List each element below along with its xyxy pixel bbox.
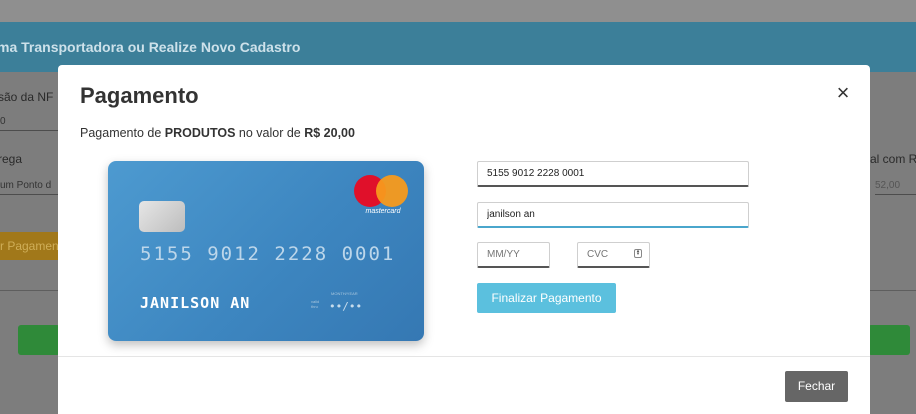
card-holder-field[interactable] bbox=[477, 202, 749, 228]
background-input-nf[interactable]: 0 bbox=[0, 116, 58, 131]
card-holder-display: JANILSON AN bbox=[140, 294, 251, 312]
card-brand-label: mastercard bbox=[365, 208, 401, 215]
card-month-year-label: MONTH/YEAR bbox=[331, 291, 358, 296]
background-input-right[interactable]: 52,00 bbox=[875, 180, 916, 195]
close-button[interactable]: Fechar bbox=[785, 371, 848, 402]
background-label-right: al com R bbox=[870, 152, 916, 166]
background-panel-title: ma Transportadora ou Realize Novo Cadast… bbox=[0, 39, 301, 55]
background-payment-button[interactable]: r Pagamen bbox=[0, 232, 60, 260]
modal-footer-divider bbox=[58, 356, 870, 357]
description-middle: no valor de bbox=[235, 126, 305, 140]
description-item: PRODUTOS bbox=[164, 126, 236, 140]
mastercard-logo-icon: mastercard bbox=[354, 175, 410, 217]
description-amount: R$ 20,00 bbox=[304, 126, 355, 140]
background-top-bar bbox=[0, 0, 916, 22]
modal-title: Pagamento bbox=[80, 83, 199, 108]
expiry-field[interactable] bbox=[477, 242, 550, 268]
background-label-nf: são da NF bbox=[0, 90, 54, 104]
card-chip-icon bbox=[139, 201, 185, 232]
description-prefix: Pagamento de bbox=[80, 126, 165, 140]
background-green-button-left[interactable] bbox=[18, 325, 60, 355]
background-label-entrega: rega bbox=[0, 152, 23, 166]
card-number-display: 5155 9012 2228 0001 bbox=[140, 243, 396, 265]
background-input-entrega[interactable]: um Ponto d bbox=[0, 180, 58, 195]
close-icon[interactable]: × bbox=[831, 81, 855, 105]
background-green-button-right[interactable] bbox=[868, 325, 910, 355]
card-expiry-display: ••/•• bbox=[329, 300, 363, 313]
card-number-field[interactable] bbox=[477, 161, 749, 187]
stepper-icon[interactable]: ▴ ▾ bbox=[634, 249, 642, 258]
cvc-field-wrapper: ▴▾ bbox=[577, 242, 650, 268]
card-valid-thru-label: valid thru bbox=[311, 299, 320, 309]
finalize-payment-button[interactable]: Finalizar Pagamento bbox=[477, 283, 616, 313]
payment-modal: Pagamento × Pagamento de PRODUTOS no val… bbox=[58, 65, 870, 414]
payment-description: Pagamento de PRODUTOS no valor de R$ 20,… bbox=[80, 126, 355, 140]
credit-card-preview: mastercard 5155 9012 2228 0001 JANILSON … bbox=[108, 161, 424, 341]
